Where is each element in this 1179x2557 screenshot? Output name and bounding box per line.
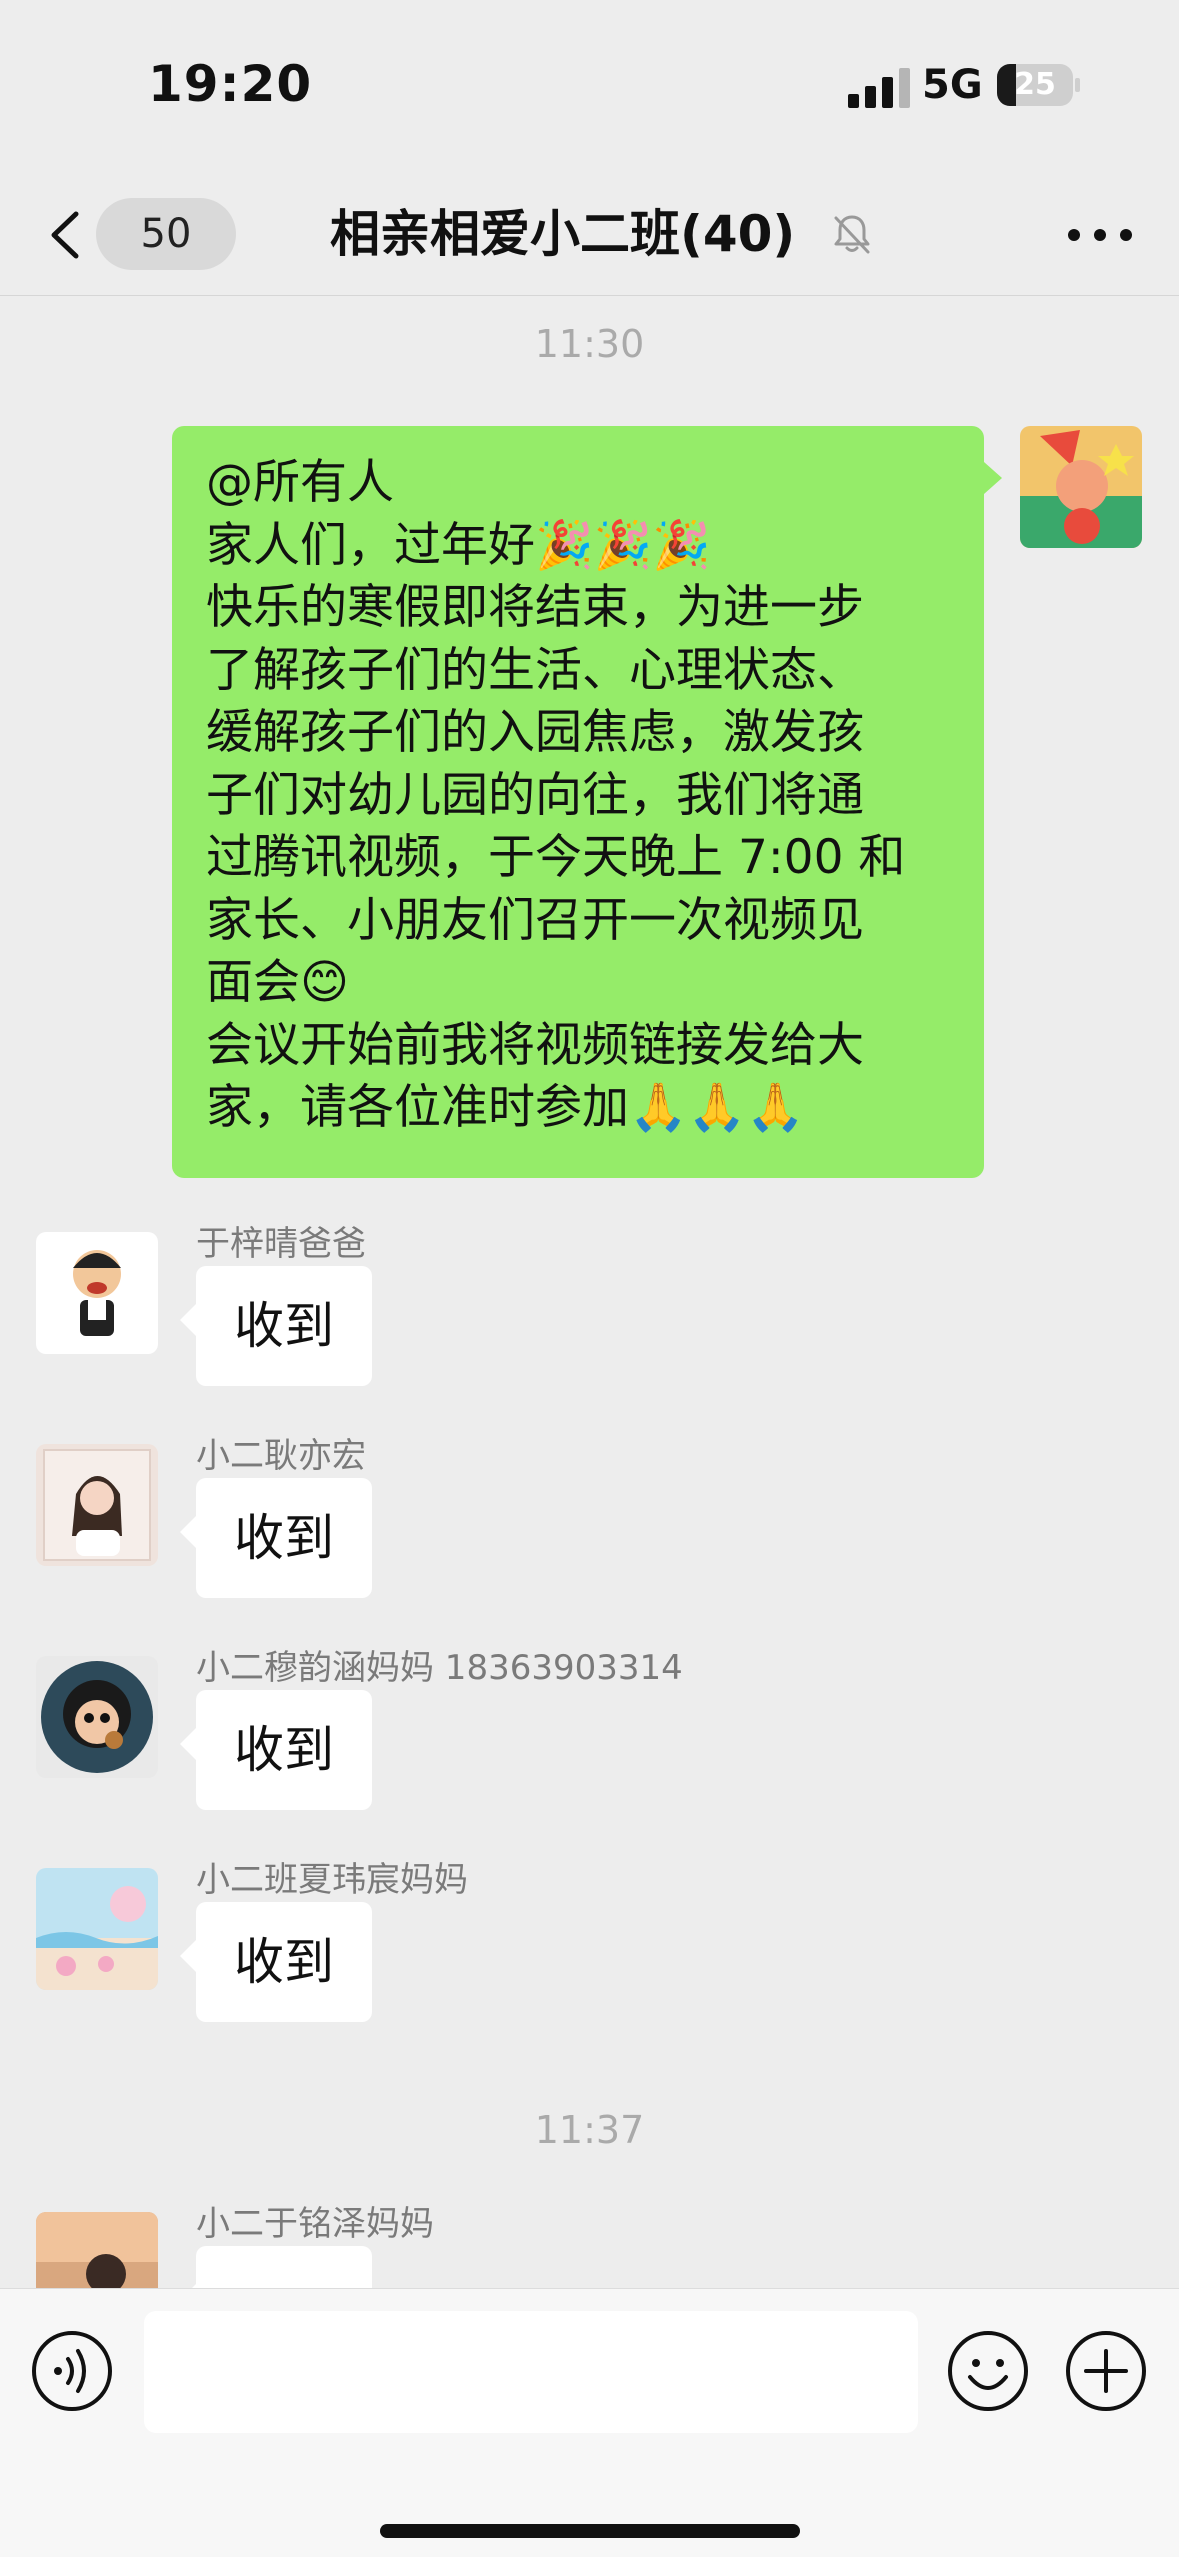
avatar-image (36, 2212, 158, 2288)
sender-name: 小二穆韵涵妈妈 18363903314 (196, 1648, 683, 1688)
msg-line: 家长、小朋友们召开一次视频见 (206, 892, 864, 948)
network-label: 5G (922, 62, 983, 108)
sender-avatar[interactable] (36, 1232, 158, 1354)
unread-count-badge: 50 (96, 198, 236, 270)
timestamp: 11:37 (534, 2108, 645, 2152)
smiley-icon[interactable] (946, 2329, 1030, 2413)
sender-name: 小二耿亦宏 (196, 1436, 366, 1476)
status-bar: 19:20 5G 25 (0, 0, 1179, 170)
incoming-bubble[interactable]: 收到 (180, 1266, 372, 1386)
msg-line: 会议开始前我将视频链接发给大 (206, 1017, 864, 1073)
incoming-bubble[interactable]: 收到 (180, 1478, 372, 1598)
msg-line: @所有人 (206, 455, 394, 510)
chat-title: 相亲相爱小二班(40) (330, 205, 796, 263)
msg-line: 面会😊 (206, 955, 349, 1010)
more-dots-icon[interactable] (1060, 210, 1140, 260)
signal-icon (848, 68, 910, 108)
msg-line: 了解孩子们的生活、心理状态、 (206, 642, 864, 698)
avatar-image (36, 1232, 158, 1354)
sender-avatar[interactable] (36, 1656, 158, 1778)
msg-line: 过腾讯视频，于今天晚上 7:00 和 (206, 830, 906, 885)
incoming-bubble[interactable] (180, 2246, 372, 2288)
incoming-bubble[interactable]: 收到 (180, 1690, 372, 1810)
avatar-image (36, 1656, 158, 1778)
chat-header: 50 相亲相爱小二班(40) (0, 170, 1179, 296)
sender-avatar[interactable] (36, 2212, 158, 2288)
plus-icon[interactable] (1064, 2329, 1148, 2413)
sender-name: 小二于铭泽妈妈 (196, 2204, 434, 2244)
sender-avatar[interactable] (36, 1868, 158, 1990)
bell-mute-icon (834, 215, 870, 254)
timestamp: 11:30 (534, 322, 645, 366)
msg-line: 子们对幼儿园的向往，我们将通 (206, 767, 864, 823)
message-input[interactable] (144, 2311, 918, 2433)
my-avatar[interactable] (1020, 426, 1142, 548)
chevron-left-icon (51, 211, 79, 259)
msg-line: 家人们，过年好🎉🎉🎉 (206, 517, 711, 573)
chat-area[interactable]: 11:30 @所有人 家人们，过年好🎉🎉🎉 快乐的寒假即将结束，为进一步 了解孩… (0, 296, 1179, 2288)
input-bar (0, 2288, 1179, 2557)
sender-name: 于梓晴爸爸 (196, 1224, 366, 1264)
incoming-bubble[interactable]: 收到 (180, 1902, 372, 2022)
battery-text: 25 (1014, 67, 1056, 102)
sender-avatar[interactable] (36, 1444, 158, 1566)
battery-icon: 25 (997, 64, 1073, 106)
avatar-image (36, 1868, 158, 1990)
msg-line: 家，请各位准时参加🙏🙏🙏 (206, 1080, 805, 1135)
voice-icon[interactable] (30, 2329, 114, 2413)
home-indicator (380, 2524, 800, 2538)
outgoing-bubble[interactable]: @所有人 家人们，过年好🎉🎉🎉 快乐的寒假即将结束，为进一步 了解孩子们的生活、… (172, 426, 1002, 1178)
msg-line: 快乐的寒假即将结束，为进一步 (206, 580, 864, 635)
avatar-image (36, 1444, 158, 1566)
battery-tip (1075, 78, 1080, 92)
sender-name: 小二班夏玮宸妈妈 (196, 1860, 468, 1900)
avatar-image (1020, 426, 1142, 548)
msg-line: 缓解孩子们的入园焦虑，激发孩 (206, 705, 864, 760)
back-button[interactable]: 50 (40, 198, 236, 270)
status-time: 19:20 (148, 55, 313, 113)
